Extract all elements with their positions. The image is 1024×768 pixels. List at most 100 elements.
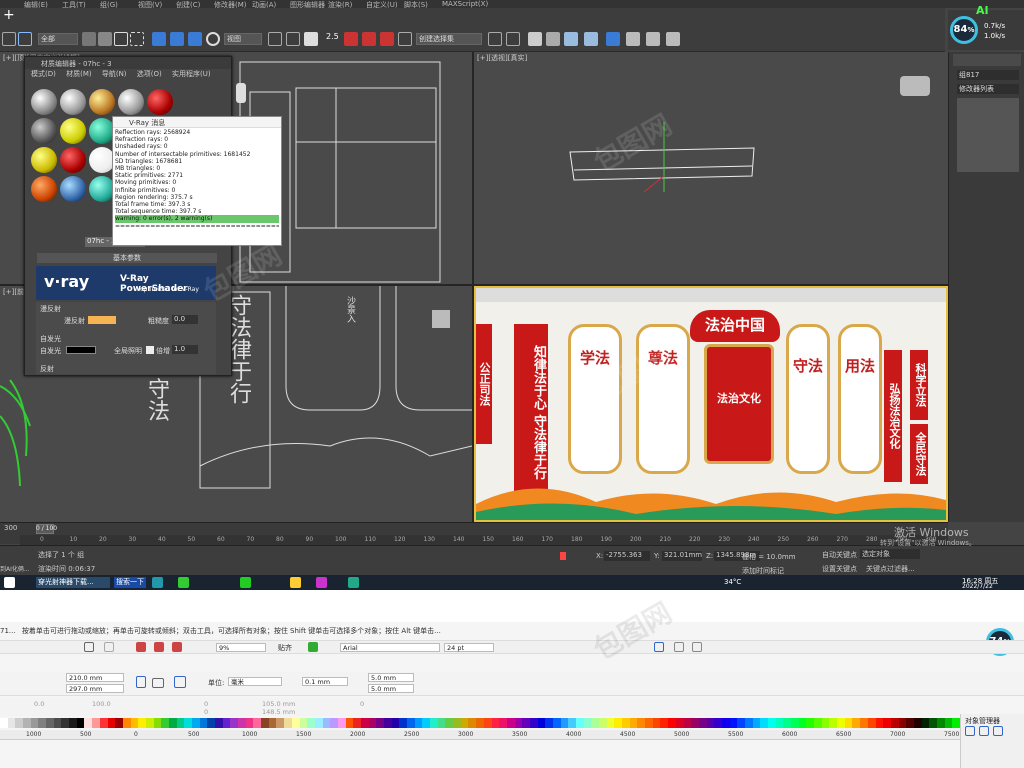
menu-mode[interactable]: 模式(D)	[31, 70, 56, 78]
selection-filter-dropdown[interactable]: 全部	[38, 33, 78, 45]
basic-params-rollout[interactable]: 基本参数	[37, 253, 217, 263]
wechat-taskbar-icon[interactable]	[240, 577, 251, 588]
menu-utilities[interactable]: 实用程序(U)	[172, 70, 211, 78]
add-tab-button[interactable]: +	[3, 8, 17, 22]
material-editor-icon[interactable]	[606, 32, 620, 46]
viewcube-icon[interactable]	[900, 76, 930, 96]
pos-value[interactable]: 0	[204, 708, 208, 716]
mirror-icon[interactable]	[488, 32, 502, 46]
material-slot[interactable]	[60, 89, 86, 115]
layer-manager-icon[interactable]	[528, 32, 542, 46]
timeline-ruler[interactable]: 0 10 20 30 40 50 60 70 80 90 100 110 120 130 140 150 160…	[20, 535, 948, 545]
render-frame-icon[interactable]	[646, 32, 660, 46]
undo-icon[interactable]	[2, 32, 16, 46]
material-slot[interactable]	[89, 89, 115, 115]
diffuse-color-swatch[interactable]	[88, 316, 116, 324]
material-slot[interactable]	[31, 89, 57, 115]
schematic-view-icon[interactable]	[584, 32, 598, 46]
select-by-name-icon[interactable]	[98, 32, 112, 46]
x-coord-field[interactable]: -2755.363	[604, 551, 650, 561]
align-right-icon[interactable]	[692, 642, 702, 652]
angle-snap-icon[interactable]	[344, 32, 358, 46]
move-icon[interactable]	[152, 32, 166, 46]
set-key-button[interactable]: 设置关键点	[822, 564, 857, 574]
layer-icon[interactable]	[965, 726, 975, 736]
page-height-field[interactable]: 297.0 mm	[66, 684, 124, 693]
refresh-icon[interactable]	[206, 32, 220, 46]
duplicate-x-field[interactable]: 5.0 mm	[368, 673, 414, 682]
lock-icon[interactable]	[560, 552, 566, 560]
pos-value[interactable]: 100.0	[92, 700, 111, 708]
pivot-icon[interactable]	[268, 32, 282, 46]
viewport-perspective[interactable]: [+][透视][真实]	[474, 52, 948, 284]
taskbar-search[interactable]: 搜索一下	[114, 577, 146, 588]
app-taskbar-icon[interactable]	[316, 577, 327, 588]
ref-coord-dropdown[interactable]: 视图	[224, 33, 262, 45]
browser-taskbar-icon[interactable]	[178, 577, 189, 588]
material-slot[interactable]	[60, 118, 86, 144]
render-icon[interactable]	[666, 32, 680, 46]
3dsmax-taskbar-icon[interactable]	[152, 577, 163, 588]
menu-options[interactable]: 选项(O)	[137, 70, 162, 78]
material-slot[interactable]	[60, 147, 86, 173]
duplicate-y-field[interactable]: 5.0 mm	[368, 684, 414, 693]
pos-value[interactable]: 148.5 mm	[262, 708, 295, 716]
align-left-icon[interactable]	[654, 642, 664, 652]
material-slot[interactable]	[31, 118, 57, 144]
material-slot[interactable]	[118, 89, 144, 115]
menu-item[interactable]: MAXScript(X)	[442, 0, 488, 8]
object-manager-title[interactable]: 对象管理器	[965, 716, 1000, 726]
curve-editor-icon[interactable]	[564, 32, 578, 46]
window-crossing-icon[interactable]	[130, 32, 144, 46]
auto-key-button[interactable]: 自动关键点	[822, 550, 857, 560]
print-icon[interactable]	[172, 642, 182, 652]
material-editor-title[interactable]: 材质编辑器 - 07hc - 3	[25, 57, 231, 69]
rotate-icon[interactable]	[170, 32, 184, 46]
material-slot[interactable]	[31, 147, 57, 173]
edit-named-sel-icon[interactable]	[398, 32, 412, 46]
percent-snap-icon[interactable]	[362, 32, 376, 46]
material-slot[interactable]	[147, 89, 173, 115]
all-pages-icon[interactable]	[174, 676, 186, 688]
spinner-snap-icon[interactable]	[380, 32, 394, 46]
viewport-render[interactable]: 法治中国 公正司法 知律法于心 守法律于行 学法 尊法 法治文化 守法 用法 弘…	[474, 286, 948, 522]
select-object-icon[interactable]	[82, 32, 96, 46]
vray-message-title[interactable]: V-Ray 消息	[113, 117, 281, 128]
undo-icon[interactable]	[84, 642, 94, 652]
landscape-icon[interactable]	[152, 678, 164, 688]
menu-navigation[interactable]: 导航(N)	[102, 70, 127, 78]
explorer-taskbar-icon[interactable]	[290, 577, 301, 588]
render-setup-icon[interactable]	[626, 32, 640, 46]
snap-to-dropdown[interactable]: 贴齐	[278, 643, 292, 653]
multiplier-input[interactable]: 1.0	[172, 345, 198, 354]
pos-value[interactable]: 105.0 mm	[262, 700, 295, 708]
taskbar-app[interactable]: 穿光射神器下载...	[36, 577, 110, 588]
snap-toggle-icon[interactable]: 2.5	[326, 32, 340, 46]
align-icon[interactable]	[506, 32, 520, 46]
object-name-field[interactable]: 组817	[957, 70, 1019, 80]
scene-explorer-icon[interactable]	[546, 32, 560, 46]
material-slot[interactable]	[60, 176, 86, 202]
pos-value[interactable]: 0.0	[34, 700, 44, 708]
unit-dropdown[interactable]: 毫米	[228, 677, 282, 686]
menu-material[interactable]: 材质(M)	[66, 70, 92, 78]
y-coord-field[interactable]: 321.01mm	[662, 551, 702, 561]
font-size-dropdown[interactable]: 24 pt	[444, 643, 494, 652]
new-layer-icon[interactable]	[993, 726, 1003, 736]
link-icon[interactable]	[18, 32, 32, 46]
named-selection-dropdown[interactable]: 创建选择集	[416, 33, 482, 45]
nudge-field[interactable]: 0.1 mm	[302, 677, 348, 686]
keyboard-shortcut-icon[interactable]	[304, 32, 318, 46]
select-manipulate-icon[interactable]	[286, 32, 300, 46]
cdr-horizontal-ruler[interactable]: 1000 500 0 500 1000 1500 2000 2500 3000 3500 4000 4…	[0, 730, 960, 740]
windows-start-icon[interactable]	[4, 577, 15, 588]
page-icon[interactable]	[979, 726, 989, 736]
pos-value[interactable]: 0	[204, 700, 208, 708]
font-family-dropdown[interactable]: Arial	[340, 643, 440, 652]
modifier-list-dropdown[interactable]: 修改器列表	[957, 84, 1019, 94]
viewcube-icon[interactable]	[432, 310, 450, 328]
material-slot[interactable]	[31, 176, 57, 202]
app-taskbar-icon[interactable]	[348, 577, 359, 588]
align-center-icon[interactable]	[674, 642, 684, 652]
selected-dropdown[interactable]: 选定对象	[860, 549, 920, 559]
